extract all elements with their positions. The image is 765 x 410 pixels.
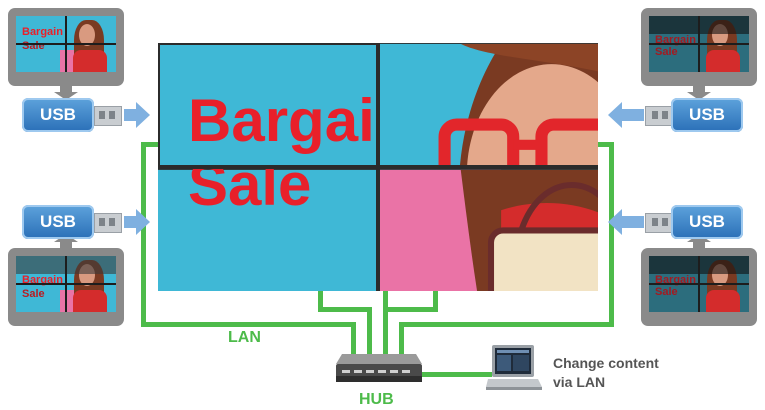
arrow-icon	[608, 209, 622, 235]
monitor-screen: Bargain Sale	[649, 256, 749, 312]
laptop-icon	[486, 345, 542, 390]
video-wall-tile-top-right	[380, 43, 598, 165]
change-content-label-line1: Change content	[553, 355, 659, 371]
video-wall-tile-top-left: Bargain	[158, 43, 376, 165]
monitor-headline-2: Sale	[22, 40, 45, 52]
headline-line2: Sale	[188, 169, 312, 218]
video-wall-tile-bottom-left: Sale	[158, 169, 376, 291]
video-wall-tile-bottom-right	[380, 169, 598, 291]
lan-wire-right-bottom	[399, 322, 614, 327]
network-hub-icon	[336, 354, 422, 382]
monitor-top-left: Bargain Sale	[8, 8, 124, 100]
lan-wire-laptop	[420, 372, 492, 377]
lan-wire-drop-6h	[383, 307, 438, 312]
lan-label: LAN	[228, 329, 261, 346]
video-wall: Bargain Sale	[158, 43, 598, 291]
monitor-screen: Bargain Sale	[16, 16, 116, 72]
monitor-bottom-left: Bargain Sale	[8, 234, 124, 326]
change-content-label-line2: via LAN	[553, 374, 606, 390]
monitor-screen: Bargain Sale	[16, 256, 116, 312]
headline-line1: Bargain	[188, 87, 376, 154]
woman-with-glasses-image	[380, 43, 598, 165]
usb-label: USB	[40, 212, 76, 231]
usb-label: USB	[689, 105, 725, 124]
hub-label: HUB	[359, 391, 394, 408]
lan-wire-left-bottom	[141, 322, 356, 327]
monitor-headline-1: Bargain	[22, 26, 63, 38]
lan-wire-drop-6	[433, 290, 438, 312]
lan-wire-drop-4	[383, 290, 388, 357]
arrow-icon	[124, 109, 136, 121]
monitor-headline-2: Sale	[22, 288, 45, 300]
woman-with-bags-image	[380, 169, 598, 291]
arrow-icon	[124, 216, 136, 228]
monitor-headline-2: Sale	[655, 46, 678, 58]
monitor-top-right: Bargain Sale	[641, 8, 757, 100]
monitor-bottom-right: Bargain Sale	[641, 234, 757, 326]
lan-wire-drop-1h	[318, 307, 372, 312]
usb-label: USB	[689, 212, 725, 231]
arrow-icon	[608, 102, 622, 128]
monitor-screen: Bargain Sale	[649, 16, 749, 72]
usb-label: USB	[40, 105, 76, 124]
monitor-headline-2: Sale	[655, 286, 678, 298]
